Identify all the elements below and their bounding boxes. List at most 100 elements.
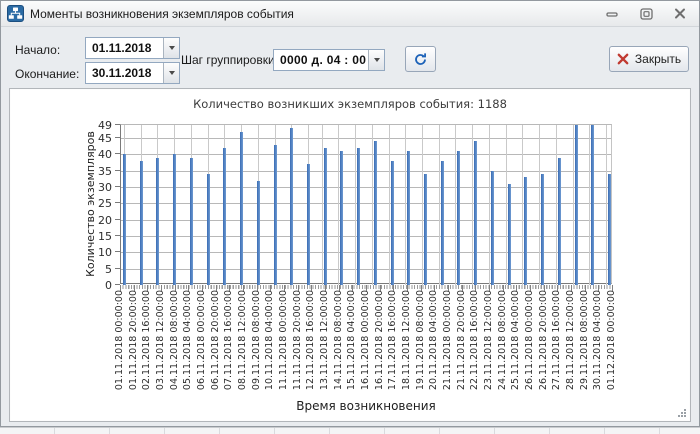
bar <box>257 181 260 285</box>
v-gridline <box>556 125 557 285</box>
bar <box>558 158 561 285</box>
y-tick-mark <box>115 153 120 154</box>
background-application-strip <box>0 427 700 434</box>
y-tick-label: 10 <box>84 246 112 258</box>
x-tick-label: 21.11.2018 20:00:00 <box>456 290 468 394</box>
close-dialog-button-label: Закрыть <box>635 52 681 66</box>
bar <box>290 128 293 285</box>
bar <box>274 145 277 285</box>
v-gridline <box>606 125 607 285</box>
window-controls <box>603 7 693 21</box>
x-tick-label: 26.11.2018 20:00:00 <box>538 290 550 394</box>
v-gridline <box>539 125 540 285</box>
y-tick-label: 40 <box>84 148 112 160</box>
x-tick-label: 08.11.2018 12:00:00 <box>237 290 249 394</box>
end-date-label: Окончание: <box>15 67 79 81</box>
v-gridline <box>455 125 456 285</box>
end-date-dropdown-button[interactable] <box>163 63 179 83</box>
bar <box>508 184 511 285</box>
bar <box>441 161 444 285</box>
bar <box>474 141 477 285</box>
x-tick-label: 21.11.2018 00:00:00 <box>442 290 454 394</box>
y-tick-label: 35 <box>84 165 112 177</box>
v-gridline <box>506 125 507 285</box>
y-tick-label: 20 <box>84 214 112 226</box>
grouping-step-value: 0000 д. 04 : 00 : 00 <box>274 50 368 70</box>
x-tick-label: 24.11.2018 08:00:00 <box>497 290 509 394</box>
y-tick-label: 0 <box>84 279 112 291</box>
bar <box>340 151 343 285</box>
chart-panel: Количество возникших экземпляров события… <box>9 88 691 422</box>
y-tick-label: 30 <box>84 181 112 193</box>
x-tick-label: 22.11.2018 16:00:00 <box>469 290 481 394</box>
dialog-window: Моменты возникновения экземпляров событи… <box>0 0 700 427</box>
refresh-button[interactable] <box>405 46 436 72</box>
window-title: Моменты возникновения экземпляров событи… <box>30 7 294 21</box>
start-date-label: Начало: <box>15 43 60 57</box>
bar <box>307 164 310 285</box>
bar <box>391 161 394 285</box>
bar <box>457 151 460 285</box>
v-gridline <box>372 125 373 285</box>
minimize-icon[interactable] <box>603 7 621 21</box>
h-gridline <box>121 154 611 155</box>
bar <box>374 141 377 285</box>
x-tick-label: 27.11.2018 16:00:00 <box>551 290 563 394</box>
bar <box>591 125 594 285</box>
bar <box>156 158 159 285</box>
y-tick-label: 5 <box>84 263 112 275</box>
bar <box>524 177 527 285</box>
v-gridline <box>439 125 440 285</box>
x-tick-label: 09.11.2018 08:00:00 <box>251 290 263 394</box>
v-gridline <box>422 125 423 285</box>
x-tick-label: 25.11.2018 04:00:00 <box>510 290 522 394</box>
title-bar[interactable]: Моменты возникновения экземпляров событи… <box>1 1 699 27</box>
y-tick-label: 15 <box>84 230 112 242</box>
x-tick-label: 03.11.2018 12:00:00 <box>155 290 167 394</box>
grouping-step-dropdown-button[interactable] <box>368 50 384 70</box>
end-date-combobox[interactable]: 30.11.2018 <box>85 62 180 84</box>
x-tick-label: 18.11.2018 12:00:00 <box>401 290 413 394</box>
y-tick-mark <box>115 202 120 203</box>
x-axis-title: Время возникновения <box>120 399 612 413</box>
refresh-circular-arrow-icon <box>413 52 428 67</box>
v-gridline <box>389 125 390 285</box>
x-tick-label: 12.11.2018 16:00:00 <box>305 290 317 394</box>
v-gridline <box>322 125 323 285</box>
y-tick-label: 25 <box>84 197 112 209</box>
maximize-icon[interactable] <box>637 7 655 21</box>
x-tick-label: 10.11.2018 04:00:00 <box>264 290 276 394</box>
start-date-value: 01.11.2018 <box>86 38 163 58</box>
x-tick-label: 04.11.2018 08:00:00 <box>169 290 181 394</box>
x-tick-label: 17.11.2018 16:00:00 <box>387 290 399 394</box>
x-tick-label: 06.11.2018 20:00:00 <box>210 290 222 394</box>
h-gridline <box>121 171 611 172</box>
red-x-icon <box>617 53 629 65</box>
h-gridline <box>121 236 611 237</box>
v-gridline <box>573 125 574 285</box>
close-dialog-button[interactable]: Закрыть <box>609 46 689 72</box>
bar <box>541 174 544 285</box>
x-tick-label: 13.11.2018 12:00:00 <box>319 290 331 394</box>
bar <box>424 174 427 285</box>
x-tick-label: 01.11.2018 20:00:00 <box>128 290 140 394</box>
x-tick-label: 05.11.2018 04:00:00 <box>182 290 194 394</box>
x-tick-label: 20.11.2018 04:00:00 <box>428 290 440 394</box>
y-tick-mark <box>115 186 120 187</box>
bar <box>190 158 193 285</box>
h-gridline <box>121 187 611 188</box>
v-gridline <box>338 125 339 285</box>
x-tick-label: 07.11.2018 16:00:00 <box>223 290 235 394</box>
bar <box>491 171 494 285</box>
resize-grip[interactable] <box>677 408 687 418</box>
y-tick-mark <box>115 170 120 171</box>
grouping-step-combobox[interactable]: 0000 д. 04 : 00 : 00 <box>273 49 385 71</box>
v-gridline <box>472 125 473 285</box>
end-date-value: 30.11.2018 <box>86 63 163 83</box>
bar <box>357 148 360 285</box>
close-icon[interactable] <box>671 7 689 21</box>
start-date-combobox[interactable]: 01.11.2018 <box>85 37 180 59</box>
v-gridline <box>522 125 523 285</box>
start-date-dropdown-button[interactable] <box>163 38 179 58</box>
bar <box>407 151 410 285</box>
